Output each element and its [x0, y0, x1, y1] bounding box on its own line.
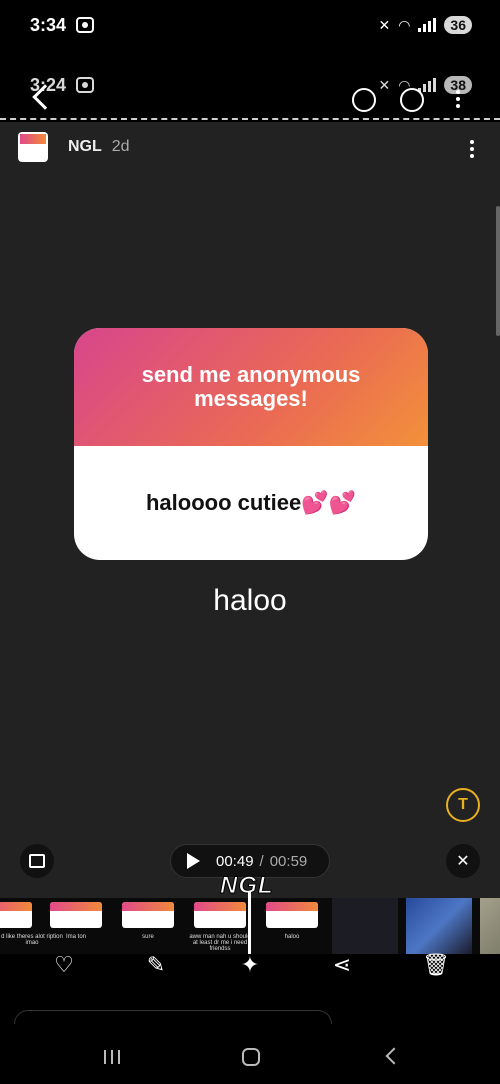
scrollbar[interactable] — [496, 206, 500, 336]
signal-icon — [418, 18, 437, 32]
mute-icon: ✕ — [378, 16, 391, 33]
thumbnail-image — [50, 902, 102, 928]
text-recognition-icon[interactable]: T — [446, 788, 480, 822]
battery-badge: 36 — [444, 16, 472, 34]
nav-back-icon[interactable] — [385, 1047, 403, 1065]
time-separator: / — [259, 852, 264, 870]
editor-toolbar — [0, 84, 500, 118]
clock: 3:34 — [30, 14, 67, 35]
story-header: NGL 2d — [18, 132, 130, 162]
card-prompt-area: send me anonymous messages! — [74, 328, 428, 446]
thumbnail-image — [194, 902, 246, 928]
username[interactable]: NGL — [68, 138, 102, 156]
thumbnail-screenshot[interactable] — [332, 898, 398, 954]
system-nav-bar — [0, 1024, 500, 1084]
thumbnail-caption: sure — [142, 934, 154, 940]
wifi-icon: ◠ — [398, 16, 411, 33]
post-age: 2d — [111, 138, 130, 155]
card-message: haloooo cutiee💕💕 — [145, 490, 357, 515]
story-caption: haloo — [213, 584, 287, 617]
thumbnail-photo[interactable] — [480, 898, 500, 954]
thumbnail[interactable]: haloo — [260, 898, 324, 954]
thumbnail[interactable]: aww man nah u should at least dr me i ne… — [188, 898, 252, 954]
home-icon[interactable] — [242, 1048, 260, 1066]
thumbnail-image — [266, 902, 318, 928]
gallery-button[interactable] — [20, 844, 54, 878]
current-time: 00:49 — [216, 852, 254, 870]
status-bar: 3:34 ✕ ◠ 36 — [0, 0, 500, 50]
editor-more-icon[interactable] — [456, 90, 460, 108]
timeline-playhead[interactable] — [248, 892, 251, 956]
story-panel: NGL 2d send me anonymous messages! haloo… — [0, 122, 500, 900]
trash-icon[interactable]: 🗑 — [422, 954, 450, 976]
divider — [0, 118, 500, 120]
card-message-area: haloooo cutiee💕💕 — [74, 446, 428, 560]
card-prompt: send me anonymous messages! — [141, 361, 361, 411]
thumbnail[interactable]: sure — [116, 898, 180, 954]
recent-apps-icon[interactable] — [104, 1050, 120, 1064]
motion-photo-icon[interactable] — [352, 88, 376, 112]
thumbnail-image — [122, 902, 174, 928]
screen-capture-icon — [76, 17, 94, 33]
ai-sparkle-icon[interactable]: ✦ — [236, 954, 264, 976]
thumbnail-caption: haloo — [284, 934, 300, 940]
thumbnail-keyboard[interactable] — [406, 898, 472, 954]
speaker-muted-icon: ✕ — [456, 853, 470, 870]
rotate-icon[interactable] — [400, 88, 424, 112]
thumbnail-caption: aww man nah u should at least dr me i ne… — [189, 934, 251, 952]
mute-button[interactable]: ✕ — [446, 844, 480, 878]
play-icon[interactable] — [187, 853, 200, 869]
share-icon[interactable]: ⋖ — [328, 954, 356, 976]
thumbnail[interactable]: Ima ton — [44, 898, 108, 954]
thumbnail-caption: Ima ton — [65, 934, 86, 940]
ngl-watermark: NGL — [220, 872, 274, 900]
thumbnail-image — [0, 902, 32, 928]
total-time: 00:59 — [269, 852, 308, 870]
heart-icon[interactable]: ♡ — [50, 954, 78, 976]
edit-pencil-icon[interactable]: ✎ — [142, 954, 170, 976]
thumbnail[interactable]: d like theres alot ription imao — [0, 898, 63, 954]
avatar[interactable] — [18, 132, 48, 162]
back-arrow-icon[interactable] — [32, 84, 58, 110]
image-icon — [29, 854, 45, 868]
more-options-icon[interactable] — [470, 140, 474, 158]
ngl-card: send me anonymous messages! haloooo cuti… — [74, 328, 428, 560]
